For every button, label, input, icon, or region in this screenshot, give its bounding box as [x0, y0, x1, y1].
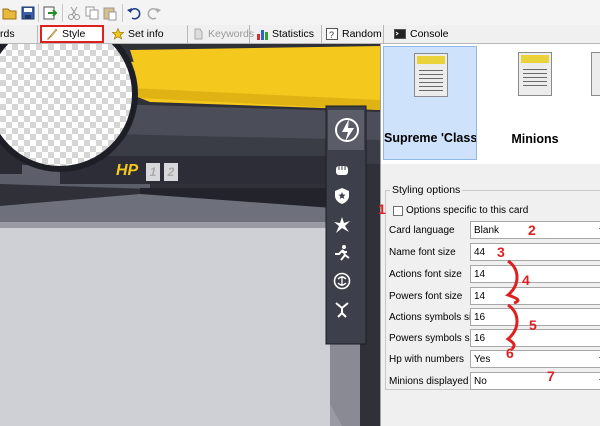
annotation-2: 2: [528, 222, 536, 238]
fist-icon: [334, 162, 350, 181]
minions-displayed-value: No: [474, 375, 487, 387]
hp-label: HP: [116, 162, 139, 179]
hp-box-2: 2: [164, 163, 178, 181]
styling-options-legend: Styling options: [390, 184, 463, 196]
hp-box-1: 1: [146, 163, 160, 181]
stylesheet-item-supreme-classic[interactable]: Supreme 'Classi: [383, 46, 477, 160]
tab-keywords[interactable]: Keywords: [188, 25, 254, 43]
stylesheet-item-minions[interactable]: Minions: [488, 46, 582, 160]
tab-statistics[interactable]: Statistics: [250, 25, 322, 43]
annotation-1: 1: [378, 201, 386, 217]
tab-cards-label: rds: [0, 28, 15, 40]
redo-icon[interactable]: [146, 5, 162, 21]
actions-symbols-size-label: Actions symbols size: [389, 312, 482, 323]
toolbar-separator: [62, 4, 63, 22]
tab-console[interactable]: Console: [388, 25, 458, 43]
running-figure-icon: [333, 244, 351, 265]
hp-with-numbers-value: Yes: [474, 353, 491, 365]
copy-icon[interactable]: [84, 5, 100, 21]
open-folder-icon[interactable]: [2, 5, 18, 21]
bar-chart-icon: [256, 28, 268, 40]
stylesheet-item-partial[interactable]: [585, 46, 600, 160]
save-icon[interactable]: [20, 5, 36, 21]
annotation-7: 7: [547, 368, 555, 384]
card-preview[interactable]: HP 1 2: [0, 44, 380, 426]
tab-set-info[interactable]: Set info: [108, 25, 188, 43]
star-icon: [111, 27, 125, 40]
paste-icon[interactable]: [102, 5, 118, 21]
actions-font-size-label: Actions font size: [389, 269, 462, 280]
shield-star-icon: [334, 187, 350, 208]
actions-symbols-size-value: 16: [474, 311, 486, 323]
powers-font-size-label: Powers font size: [389, 291, 463, 302]
annotation-5: 5: [529, 317, 537, 333]
style-tab-highlight: [40, 25, 104, 43]
options-specific-label: Options specific to this card: [406, 205, 529, 216]
toolbar-separator: [122, 4, 123, 22]
brain-icon: [333, 272, 351, 293]
keywords-icon: [192, 28, 204, 40]
options-specific-checkbox[interactable]: [393, 206, 403, 216]
tab-random[interactable]: ? Random: [322, 25, 384, 43]
card-artwork: [0, 44, 380, 426]
random-icon: ?: [326, 28, 338, 40]
minions-displayed-label: Minions displayed: [389, 376, 469, 387]
tab-set-info-label: Set info: [128, 28, 164, 40]
actions-font-size-value: 14: [474, 268, 486, 280]
minions-displayed-select[interactable]: No: [470, 372, 600, 390]
toolbar-separator: [38, 4, 39, 22]
hp-with-numbers-label: Hp with numbers: [389, 354, 465, 365]
stylesheet-list: Supreme 'Classi Minions: [381, 44, 600, 164]
export-icon[interactable]: [42, 5, 58, 21]
figure-icon: [333, 300, 351, 321]
tab-cards[interactable]: rds: [0, 25, 38, 43]
tab-keywords-label: Keywords: [208, 28, 255, 40]
card-language-label: Card language: [389, 225, 455, 236]
tab-console-label: Console: [410, 28, 449, 40]
tab-statistics-label: Statistics: [272, 28, 315, 40]
stylesheet-thumbnail: [414, 53, 448, 97]
svg-text:?: ?: [329, 30, 334, 40]
undo-icon[interactable]: [126, 5, 142, 21]
powers-symbols-size-label: Powers symbols size: [389, 333, 483, 344]
stylesheet-thumbnail: [518, 52, 552, 96]
burst-icon: [333, 216, 351, 237]
cut-icon[interactable]: [66, 5, 82, 21]
console-icon: [394, 28, 406, 40]
card-language-value: Blank: [474, 224, 500, 236]
stylesheet-label: Minions: [511, 132, 559, 146]
annotation-brackets: [504, 259, 520, 351]
toolbar: [0, 0, 600, 26]
power-icon: [334, 114, 360, 149]
name-font-size-value: 44: [474, 246, 486, 258]
powers-symbols-size-value: 16: [474, 332, 486, 344]
name-font-size-label: Name font size: [389, 247, 456, 258]
tab-random-label: Random: [342, 28, 382, 40]
powers-font-size-value: 14: [474, 290, 486, 302]
stylesheet-label: Supreme 'Classi: [384, 131, 476, 145]
